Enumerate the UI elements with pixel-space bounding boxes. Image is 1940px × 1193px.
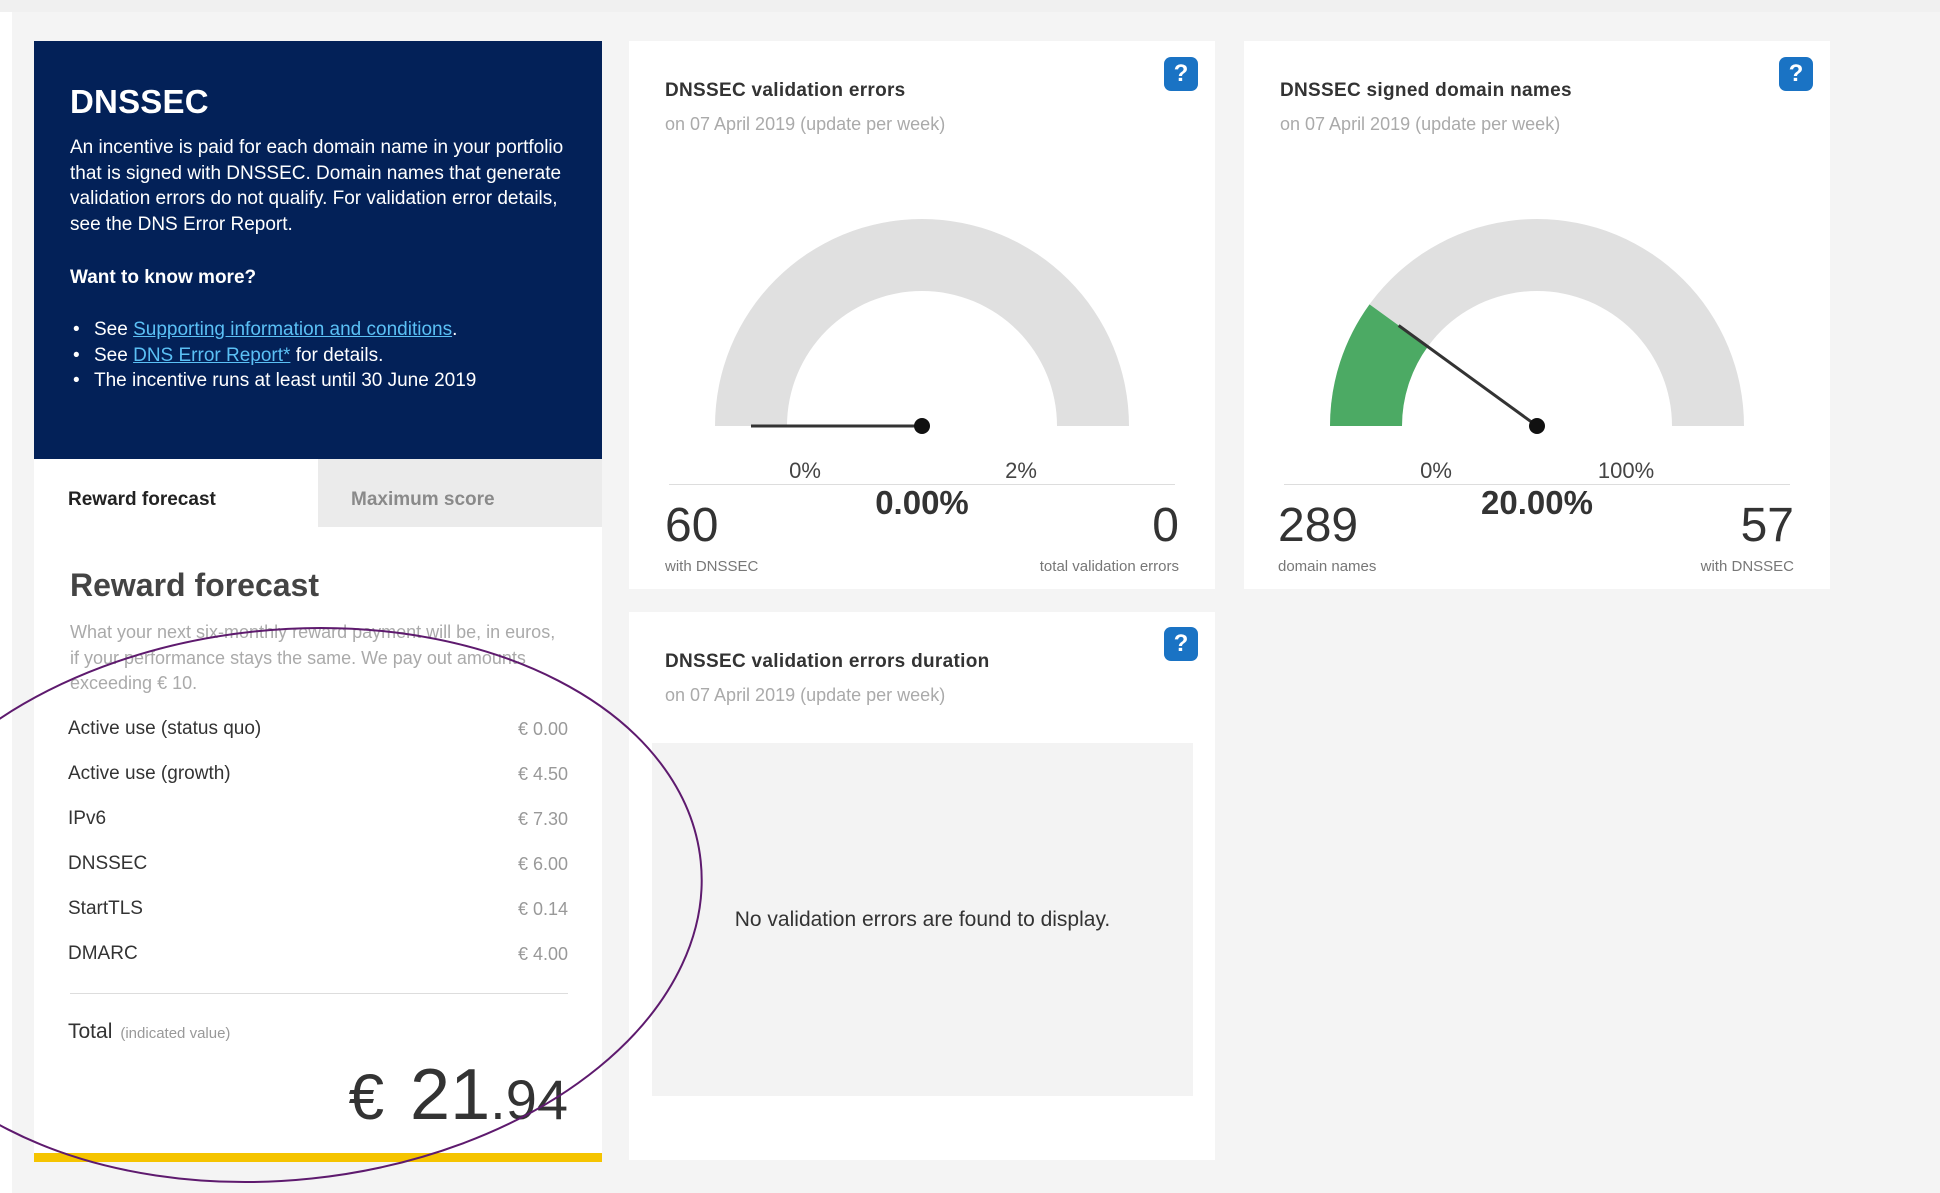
left-metric-value: 60 [665, 499, 719, 552]
total-row: Total (indicated value) [68, 1020, 568, 1044]
signed-domains-card: DNSSEC signed domain names on 07 April 2… [1244, 41, 1830, 589]
left-metric-value: 289 [1278, 499, 1359, 552]
reward-row-label: Active use (status quo) [68, 718, 262, 739]
intro-description: An incentive is paid for each domain nam… [70, 137, 564, 235]
reward-row-value: € 0.14 [517, 898, 568, 919]
total-currency: € [348, 1061, 385, 1133]
info-item-prefix: See [94, 344, 134, 366]
info-list: See Supporting information and condition… [70, 317, 566, 394]
reward-row: StartTLS € 0.14 [68, 887, 568, 932]
intro-title: DNSSEC [70, 83, 209, 120]
intro-panel: DNSSEC An incentive is paid for each dom… [34, 41, 602, 459]
tab-bar: Reward forecast Maximum score [34, 459, 602, 527]
errors-duration-card: DNSSEC validation errors duration on 07 … [629, 612, 1215, 1160]
gauge-readout: 0.00% [875, 484, 969, 521]
gauge-pivot [1529, 418, 1545, 434]
more-heading: Want to know more? [70, 267, 257, 288]
reward-row: Active use (growth) € 4.50 [68, 752, 568, 797]
total-integer: 21 [410, 1055, 491, 1135]
reward-divider [70, 992, 568, 994]
gauge-max-label: 2% [1005, 458, 1037, 483]
reward-row-value: € 7.30 [517, 808, 568, 829]
gauge-needle [1397, 324, 1538, 428]
left-metric-label: with DNSSEC [665, 558, 759, 575]
card-divider [1284, 484, 1790, 485]
gauge-readout: 20.00% [1481, 484, 1593, 521]
supporting-info-link[interactable]: Supporting information and conditions [133, 319, 452, 340]
right-metric-label: with DNSSEC [1700, 558, 1794, 575]
gauge-min-label: 0% [1420, 458, 1452, 483]
reward-forecast-panel: Reward forecast What your next six-month… [34, 527, 602, 1153]
total-note: (indicated value) [120, 1024, 231, 1042]
empty-state: No validation errors are found to displa… [652, 743, 1193, 1096]
info-item-error-report: See DNS Error Report* for details. [70, 343, 566, 369]
reward-row-label: Active use (growth) [68, 763, 231, 784]
tab-maximum-score[interactable]: Maximum score [318, 459, 602, 527]
gauge-min-label: 0% [789, 458, 821, 483]
reward-row: DMARC € 4.00 [68, 932, 568, 977]
reward-row-label: DMARC [68, 943, 138, 964]
reward-row-value: € 4.50 [517, 763, 568, 784]
dns-error-report-link[interactable]: DNS Error Report* [133, 345, 290, 366]
gauge-max-label: 100% [1598, 458, 1654, 483]
right-metric-label: total validation errors [1039, 558, 1179, 575]
info-item-text: The incentive runs at least until 30 Jun… [94, 370, 477, 391]
accent-bar [34, 1153, 602, 1162]
reward-description: What your next six-monthly reward paymen… [70, 622, 556, 693]
reward-row-value: € 6.00 [517, 853, 568, 874]
help-icon[interactable]: ? [1164, 627, 1198, 661]
reward-row-label: IPv6 [68, 808, 107, 829]
card-subtitle: on 07 April 2019 (update per week) [665, 685, 946, 705]
reward-row-value: € 0.00 [517, 718, 568, 739]
total-label: Total [68, 1019, 113, 1043]
reward-row-label: StartTLS [68, 898, 143, 919]
info-item-suffix: . [452, 319, 458, 340]
top-strip [0, 0, 1940, 12]
total-amount: €21.94 [348, 1054, 568, 1136]
total-decimal: .94 [490, 1068, 568, 1131]
left-column: DNSSEC An incentive is paid for each dom… [34, 41, 602, 1162]
gauge-pivot [914, 418, 930, 434]
validation-errors-card: DNSSEC validation errors on 07 April 201… [629, 41, 1215, 589]
reward-row: DNSSEC € 6.00 [68, 842, 568, 887]
info-item-prefix: See [94, 319, 134, 340]
reward-heading: Reward forecast [70, 567, 319, 603]
info-item-runtime: The incentive runs at least until 30 Jun… [70, 368, 566, 394]
reward-row: IPv6 € 7.30 [68, 797, 568, 842]
reward-row-value: € 4.00 [517, 943, 568, 964]
info-item-suffix: for details. [290, 344, 384, 366]
info-item-supporting: See Supporting information and condition… [70, 317, 566, 343]
left-metric-label: domain names [1278, 558, 1377, 575]
tab-reward-forecast[interactable]: Reward forecast [34, 459, 318, 527]
gauge-track [715, 219, 1129, 426]
empty-state-message: No validation errors are found to displa… [734, 907, 1111, 931]
right-metric-value: 57 [1740, 499, 1794, 552]
card-title: DNSSEC validation errors duration [665, 651, 990, 672]
reward-row-label: DNSSEC [68, 853, 148, 874]
reward-row: Active use (status quo) € 0.00 [68, 707, 568, 752]
card-divider [669, 484, 1175, 485]
right-metric-value: 0 [1152, 499, 1179, 552]
reward-list: Active use (status quo) € 0.00 Active use… [68, 707, 568, 977]
